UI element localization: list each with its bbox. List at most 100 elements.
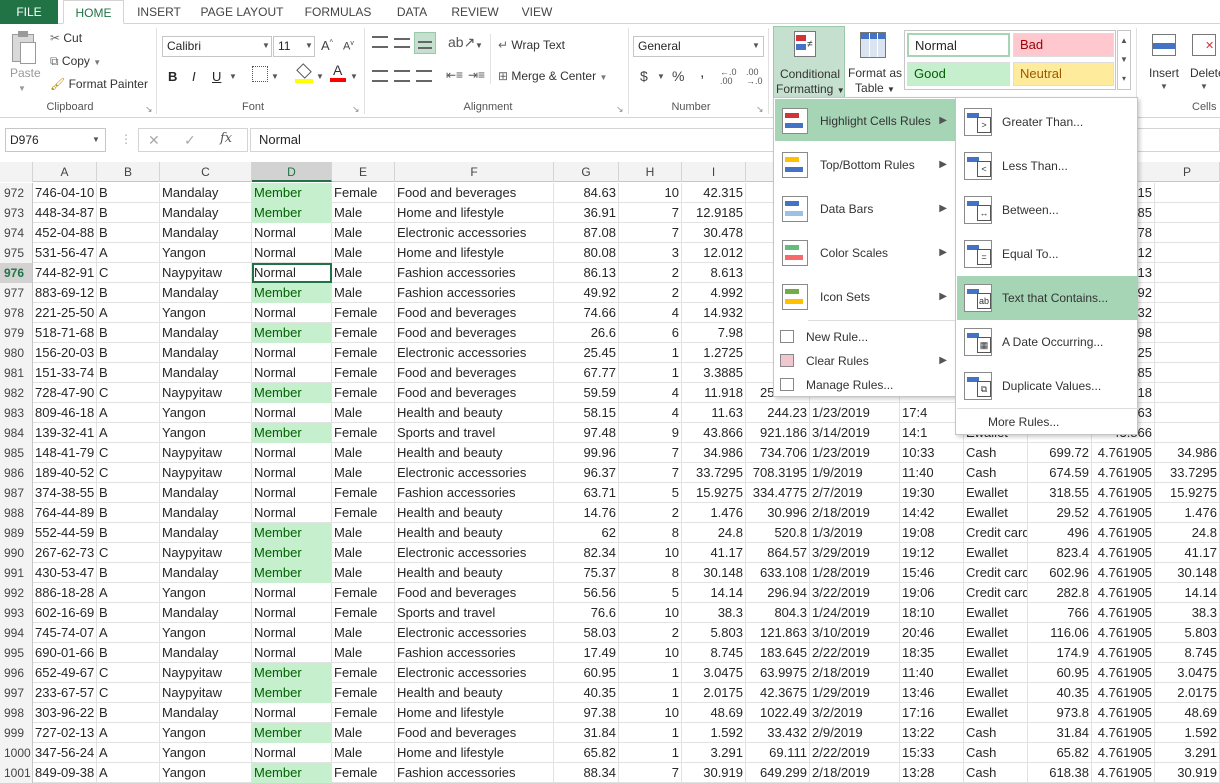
row-header[interactable]: 990 [0,543,33,563]
chevron-down-icon[interactable]: ▼ [316,72,324,81]
cell[interactable]: 728-47-90 [33,383,97,403]
cell[interactable]: 1.2725 [682,343,746,363]
cell[interactable]: 2.0175 [1155,683,1220,703]
cell[interactable]: 33.432 [746,723,810,743]
row-header[interactable]: 982 [0,383,33,403]
cell[interactable]: C [97,543,160,563]
cell[interactable]: 58.15 [554,403,619,423]
cell[interactable]: 86.13 [554,263,619,283]
hcr-menu-item[interactable]: < Less Than... [956,144,1137,188]
cell[interactable]: 4.761905 [1092,563,1155,583]
cell[interactable]: 2 [619,503,682,523]
cell[interactable]: 30.919 [682,763,746,783]
cell[interactable]: 4.992 [682,283,746,303]
cell[interactable]: 17.49 [554,643,619,663]
cell[interactable]: 3.0475 [682,663,746,683]
align-center-icon[interactable] [394,70,410,82]
cell[interactable]: 4.761905 [1092,743,1155,763]
cell[interactable]: Member [252,283,332,303]
cell[interactable] [1155,323,1220,343]
column-header[interactable]: E [332,162,395,182]
cell[interactable]: 233-67-57 [33,683,97,703]
row-header[interactable]: 977 [0,283,33,303]
tab-file[interactable]: FILE [0,0,58,24]
cell[interactable]: Male [332,563,395,583]
row-header[interactable]: 979 [0,323,33,343]
cell[interactable]: Yangon [160,583,252,603]
cell[interactable]: B [97,643,160,663]
cell[interactable]: Member [252,563,332,583]
cell[interactable]: B [97,223,160,243]
row-header[interactable]: 972 [0,183,33,203]
cell[interactable]: Electronic accessories [395,223,554,243]
cell[interactable]: A [97,763,160,783]
insert-cells-button[interactable]: Insert ▼ [1142,26,1186,98]
cell[interactable]: 15.9275 [682,483,746,503]
cell[interactable]: Member [252,203,332,223]
style-neutral[interactable]: Neutral [1013,62,1114,86]
cell[interactable]: Female [332,583,395,603]
cell[interactable]: 4.761905 [1092,603,1155,623]
cell[interactable]: Male [332,403,395,423]
cell[interactable]: A [97,623,160,643]
cell[interactable]: B [97,523,160,543]
cell[interactable]: Female [332,483,395,503]
dialog-launcher-icon[interactable]: ↘ [756,104,764,115]
cell[interactable]: 189-40-52 [33,463,97,483]
more-rules-item[interactable]: More Rules... [956,412,1137,432]
cell[interactable]: Naypyitaw [160,263,252,283]
cell[interactable]: Normal [252,303,332,323]
cell[interactable]: Ewallet [964,663,1028,683]
cell[interactable]: 8.745 [682,643,746,663]
cell[interactable]: 14.14 [1155,583,1220,603]
cell[interactable]: 1/29/2019 [810,683,900,703]
cell[interactable]: Normal [252,643,332,663]
row-header[interactable]: 987 [0,483,33,503]
cell[interactable]: C [97,383,160,403]
cell[interactable]: Female [332,323,395,343]
cell[interactable] [1155,223,1220,243]
cell[interactable]: Female [332,343,395,363]
cell[interactable]: 4.761905 [1092,503,1155,523]
row-header[interactable]: 1000 [0,743,33,763]
cell[interactable]: Male [332,223,395,243]
cell[interactable]: C [97,443,160,463]
cell[interactable]: Credit card [964,583,1028,603]
cell[interactable]: 4.761905 [1092,483,1155,503]
cell[interactable]: 58.03 [554,623,619,643]
cell[interactable]: Health and beauty [395,523,554,543]
cell[interactable]: 1.476 [682,503,746,523]
cell[interactable]: 374-38-55 [33,483,97,503]
cell[interactable]: 809-46-18 [33,403,97,423]
format-as-table-button[interactable]: Format as Table ▼ [848,26,902,98]
cell[interactable]: 116.06 [1028,623,1092,643]
cell[interactable]: 296.94 [746,583,810,603]
cell[interactable]: 633.108 [746,563,810,583]
cell[interactable]: Normal [252,703,332,723]
cell[interactable]: Female [332,603,395,623]
cell[interactable]: Food and beverages [395,583,554,603]
row-header[interactable]: 978 [0,303,33,323]
cell[interactable]: 4.761905 [1092,583,1155,603]
cell[interactable]: 2 [619,283,682,303]
chevron-down-icon[interactable]: ▼ [305,41,313,50]
cell[interactable]: 139-32-41 [33,423,97,443]
cell[interactable]: Female [332,423,395,443]
cell[interactable]: 13:22 [900,723,964,743]
cell[interactable]: Ewallet [964,683,1028,703]
cell[interactable]: 5.803 [1155,623,1220,643]
cell[interactable]: Male [332,623,395,643]
cell[interactable]: 18:10 [900,603,964,623]
chevron-down-icon[interactable]: ▼ [271,72,279,81]
cell[interactable]: 65.82 [1028,743,1092,763]
cell[interactable]: Normal [252,403,332,423]
cell[interactable]: Member [252,763,332,783]
wrap-text-button[interactable]: ↵ Wrap Text [498,38,565,52]
align-left-icon[interactable] [372,70,388,82]
paste-dropdown-icon[interactable]: ▼ [18,84,26,93]
cell[interactable]: B [97,203,160,223]
cell[interactable]: Health and beauty [395,683,554,703]
row-header[interactable]: 975 [0,243,33,263]
cell[interactable] [1155,283,1220,303]
cell[interactable]: Male [332,643,395,663]
